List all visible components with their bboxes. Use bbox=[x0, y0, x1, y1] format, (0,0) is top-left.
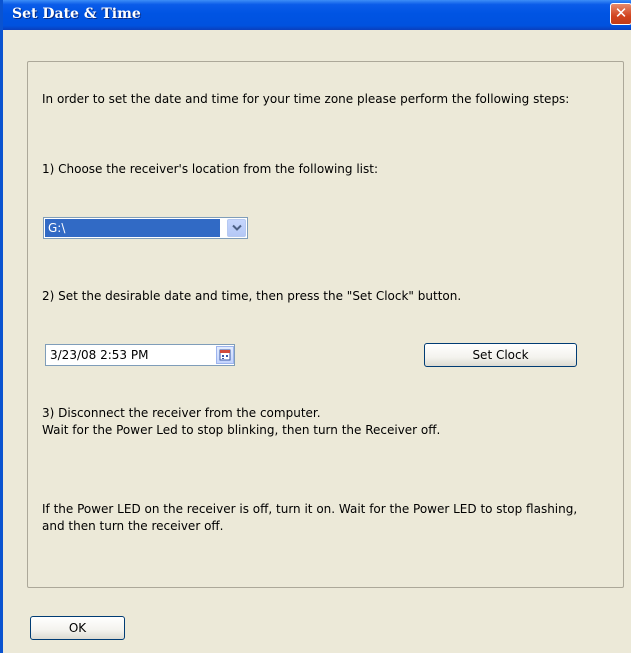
chevron-down-icon bbox=[232, 224, 242, 231]
window-title: Set Date & Time bbox=[12, 6, 141, 22]
ok-button[interactable]: OK bbox=[30, 616, 125, 640]
receiver-location-select[interactable]: G:\ bbox=[43, 217, 248, 239]
step1-text: 1) Choose the receiver's location from t… bbox=[42, 162, 379, 176]
calendar-button[interactable] bbox=[216, 346, 234, 364]
close-button[interactable]: ✕ bbox=[610, 3, 631, 25]
datetime-value: 3/23/08 2:53 PM bbox=[50, 348, 149, 362]
step2-text: 2) Set the desirable date and time, then… bbox=[42, 289, 462, 303]
calendar-icon bbox=[219, 349, 231, 361]
step3-line1: 3) Disconnect the receiver from the comp… bbox=[42, 406, 321, 420]
note-line1: If the Power LED on the receiver is off,… bbox=[42, 502, 578, 516]
step3-line2: Wait for the Power Led to stop blinking,… bbox=[42, 423, 441, 437]
close-icon: ✕ bbox=[614, 4, 628, 22]
set-date-time-dialog: Set Date & Time ✕ In order to set the da… bbox=[0, 0, 631, 653]
note-line2: and then turn the receiver off. bbox=[42, 519, 224, 533]
title-bar[interactable]: Set Date & Time ✕ bbox=[3, 0, 631, 30]
datetime-picker[interactable]: 3/23/08 2:53 PM bbox=[45, 344, 235, 366]
selected-location: G:\ bbox=[45, 219, 220, 237]
set-clock-button[interactable]: Set Clock bbox=[424, 343, 577, 367]
dropdown-arrow-button[interactable] bbox=[227, 219, 246, 237]
intro-text: In order to set the date and time for yo… bbox=[42, 92, 570, 106]
